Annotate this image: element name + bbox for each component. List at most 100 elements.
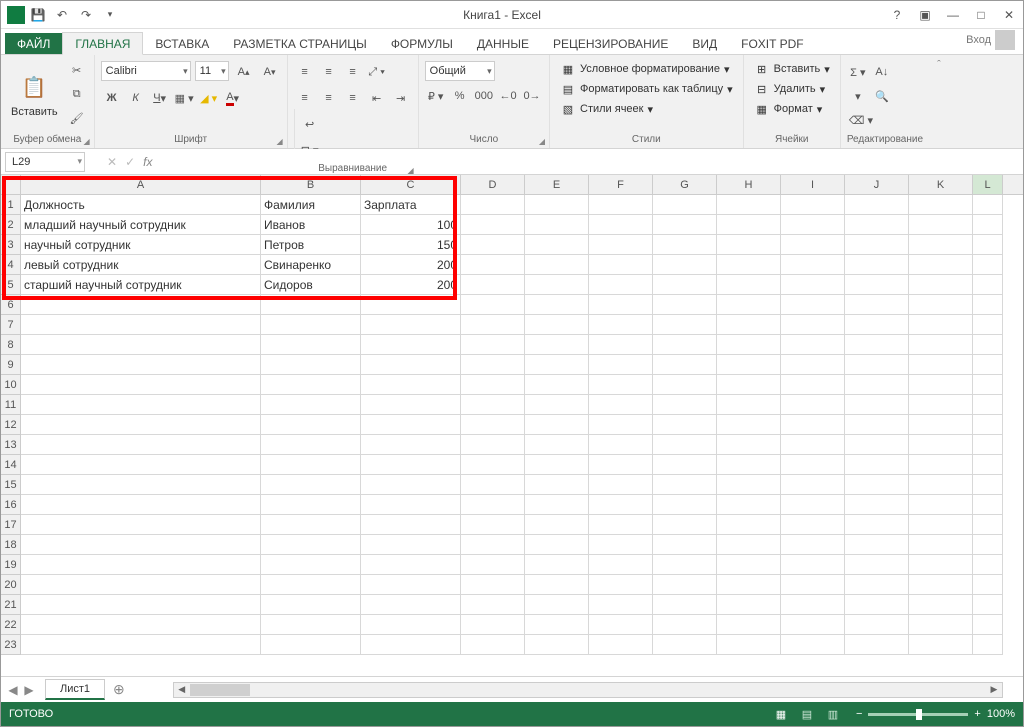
zoom-level[interactable]: 100% — [987, 708, 1015, 720]
sheet-nav-prev-icon[interactable]: ◀ — [5, 683, 21, 697]
format-painter-icon[interactable]: 🖌 — [66, 108, 88, 130]
cell[interactable] — [261, 375, 361, 395]
cell[interactable] — [653, 355, 717, 375]
decrease-indent-icon[interactable]: ⇤ — [366, 87, 388, 109]
cell[interactable] — [973, 595, 1003, 615]
cell[interactable] — [525, 575, 589, 595]
font-color-icon[interactable]: А ▾ — [222, 87, 244, 109]
cell[interactable] — [717, 435, 781, 455]
align-right-icon[interactable]: ≡ — [342, 87, 364, 109]
horizontal-scrollbar[interactable]: ◀ ▶ — [173, 682, 1003, 698]
fx-icon[interactable]: fx — [143, 155, 152, 169]
decrease-decimal-icon[interactable]: 0→ — [521, 85, 543, 107]
cell[interactable] — [973, 515, 1003, 535]
row-header[interactable]: 22 — [1, 615, 21, 635]
cell[interactable] — [653, 275, 717, 295]
zoom-slider[interactable] — [868, 713, 968, 716]
cell[interactable] — [717, 375, 781, 395]
cell[interactable] — [589, 275, 653, 295]
cell[interactable] — [781, 575, 845, 595]
cell[interactable] — [973, 475, 1003, 495]
cell[interactable] — [845, 595, 909, 615]
cell[interactable] — [525, 295, 589, 315]
cell[interactable]: Фамилия — [261, 195, 361, 215]
cell[interactable] — [909, 255, 973, 275]
cell[interactable] — [973, 215, 1003, 235]
cell[interactable] — [461, 395, 525, 415]
close-icon[interactable]: ✕ — [995, 3, 1023, 27]
cell[interactable] — [717, 195, 781, 215]
cell[interactable] — [909, 235, 973, 255]
name-box[interactable]: L29 — [5, 152, 85, 172]
maximize-icon[interactable]: □ — [967, 3, 995, 27]
cell[interactable] — [361, 415, 461, 435]
autosum-icon[interactable]: Σ ▾ — [847, 61, 869, 83]
cell[interactable] — [361, 595, 461, 615]
cell[interactable]: 150 — [361, 235, 461, 255]
tab-foxit[interactable]: FOXIT PDF — [729, 33, 815, 54]
cell[interactable] — [261, 455, 361, 475]
currency-icon[interactable]: ₽ ▾ — [425, 85, 447, 107]
cell[interactable] — [21, 635, 261, 655]
cell[interactable] — [653, 515, 717, 535]
page-layout-view-icon[interactable]: ▤ — [794, 704, 820, 724]
cell[interactable] — [973, 615, 1003, 635]
row-header[interactable]: 20 — [1, 575, 21, 595]
cell[interactable] — [589, 235, 653, 255]
cell[interactable] — [361, 295, 461, 315]
cell[interactable] — [781, 455, 845, 475]
cell[interactable] — [261, 555, 361, 575]
number-format-select[interactable]: Общий — [425, 61, 495, 81]
cell[interactable] — [781, 395, 845, 415]
increase-indent-icon[interactable]: ⇥ — [390, 87, 412, 109]
cell[interactable] — [845, 515, 909, 535]
cell[interactable] — [973, 275, 1003, 295]
cell[interactable] — [589, 195, 653, 215]
cell[interactable] — [717, 635, 781, 655]
cell[interactable] — [589, 395, 653, 415]
cell[interactable] — [21, 415, 261, 435]
cell[interactable] — [845, 255, 909, 275]
align-center-icon[interactable]: ≡ — [318, 87, 340, 109]
cell[interactable] — [525, 255, 589, 275]
cell[interactable] — [845, 475, 909, 495]
cell[interactable] — [261, 535, 361, 555]
cell[interactable] — [973, 255, 1003, 275]
cell[interactable] — [845, 235, 909, 255]
italic-button[interactable]: К — [125, 87, 147, 109]
cell[interactable] — [909, 315, 973, 335]
enter-formula-icon[interactable]: ✓ — [125, 155, 135, 169]
cell[interactable] — [525, 375, 589, 395]
cell[interactable] — [461, 495, 525, 515]
cell[interactable] — [525, 275, 589, 295]
cell[interactable] — [653, 215, 717, 235]
cell[interactable] — [261, 475, 361, 495]
cell[interactable] — [909, 435, 973, 455]
cell[interactable] — [781, 635, 845, 655]
cell[interactable] — [909, 575, 973, 595]
cell[interactable] — [973, 575, 1003, 595]
cell[interactable]: Должность — [21, 195, 261, 215]
number-launcher-icon[interactable]: ◢ — [539, 137, 545, 146]
tab-pagelayout[interactable]: РАЗМЕТКА СТРАНИЦЫ — [221, 33, 379, 54]
cell[interactable] — [781, 195, 845, 215]
cell[interactable] — [717, 255, 781, 275]
cell[interactable] — [781, 275, 845, 295]
cell[interactable] — [653, 415, 717, 435]
cell[interactable] — [589, 335, 653, 355]
find-select-icon[interactable]: 🔍 — [871, 85, 893, 107]
normal-view-icon[interactable]: ▦ — [768, 704, 794, 724]
cell[interactable] — [21, 575, 261, 595]
cell[interactable] — [361, 515, 461, 535]
cell-styles-button[interactable]: ▧Стили ячеек ▾ — [556, 99, 657, 119]
row-header[interactable]: 15 — [1, 475, 21, 495]
cell[interactable] — [973, 455, 1003, 475]
cell[interactable] — [653, 335, 717, 355]
cell[interactable] — [261, 495, 361, 515]
cell[interactable] — [589, 315, 653, 335]
bold-button[interactable]: Ж — [101, 87, 123, 109]
cell[interactable] — [461, 255, 525, 275]
cell[interactable] — [461, 435, 525, 455]
cell[interactable] — [461, 455, 525, 475]
row-header[interactable]: 14 — [1, 455, 21, 475]
